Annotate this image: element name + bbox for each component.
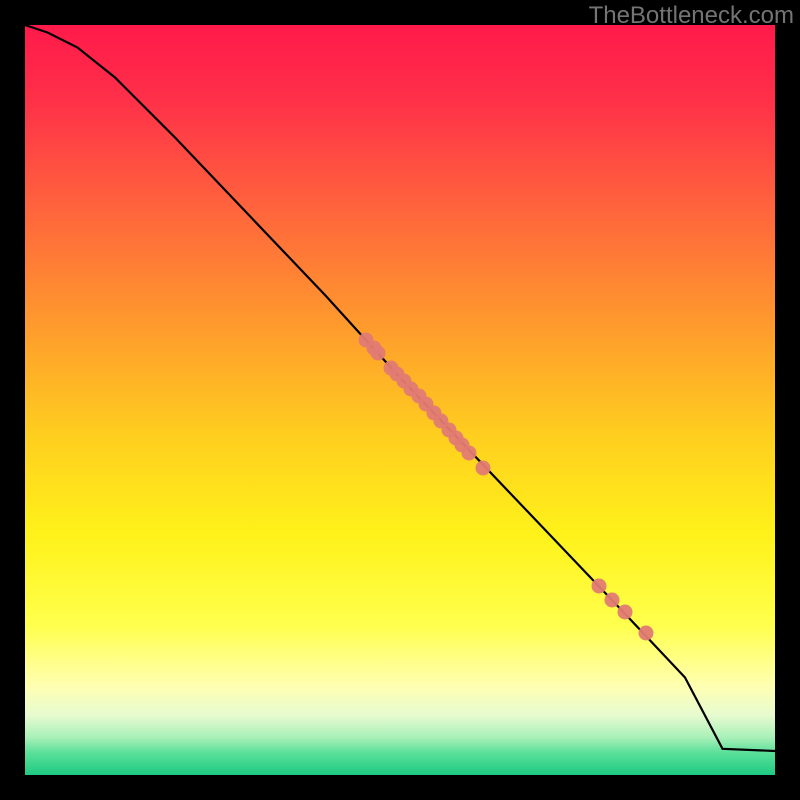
plot-area — [25, 25, 775, 775]
data-point — [370, 345, 385, 360]
data-point — [605, 592, 620, 607]
data-point — [475, 460, 490, 475]
data-point — [618, 605, 633, 620]
data-point — [462, 445, 477, 460]
watermark-text: TheBottleneck.com — [589, 2, 794, 30]
background-gradient — [25, 25, 775, 775]
data-point — [639, 625, 654, 640]
data-point — [591, 579, 606, 594]
